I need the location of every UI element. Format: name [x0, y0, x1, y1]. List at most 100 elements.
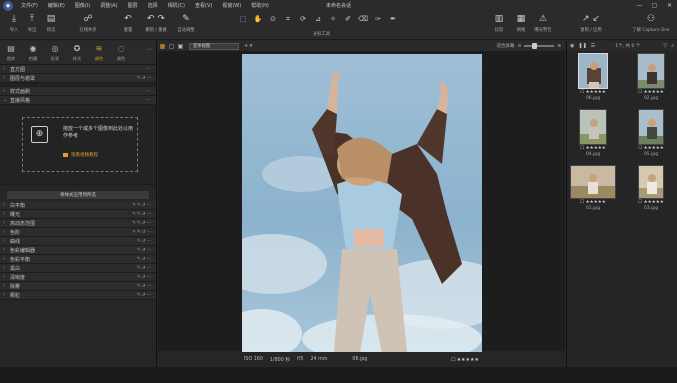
tab-capture[interactable]: ◉ 拍摄 — [22, 41, 44, 64]
zoom-in-icon[interactable]: ⊕ — [557, 44, 561, 49]
tab-color[interactable]: ≋ 调色 — [88, 41, 110, 64]
eye-icon[interactable]: ◉ — [570, 43, 574, 49]
tool-actions-icon[interactable]: ✎↺⋯ — [137, 293, 152, 298]
tool-row-white-balance[interactable]: › 白平衡 ✎✎↺⋯ — [0, 201, 156, 210]
reference-drop-zone[interactable]: ⊕ 拖放一个或多个图像到此处以用作参考 观看视频教程 — [22, 117, 138, 172]
tool-menu-icon[interactable]: ⋯ — [147, 98, 153, 103]
tool-row-clarity[interactable]: › 清晰度 ✎↺⋯ — [0, 273, 156, 282]
grid-button[interactable]: ▦ 网格 — [510, 13, 532, 33]
tool-actions-icon[interactable]: ✎↺⋯ — [137, 76, 152, 81]
menu-image[interactable]: 图像(I) — [70, 2, 95, 9]
picker-tool-icon[interactable]: ✑ — [371, 15, 385, 24]
tool-actions-icon[interactable]: ✎↺⋯ — [137, 257, 152, 262]
tool-actions-icon[interactable]: ✎↺⋯ — [137, 284, 152, 289]
tool-row-color-balance[interactable]: › 色彩平衡 ✎↺⋯ — [0, 255, 156, 264]
tool-row-direct-style[interactable]: ⌄ 直接风格 ⋯ — [0, 96, 156, 105]
filter-icon[interactable]: ▽ — [663, 43, 667, 49]
share-button[interactable]: ☍ 在线共享 — [77, 13, 99, 33]
undo-redo-button[interactable]: ↶ ↷ 撤销 / 重做 — [145, 13, 167, 33]
thumbnail-rating[interactable]: ☐ ★★★★★ — [569, 146, 617, 151]
select-tool-icon[interactable]: ⬚ — [236, 15, 250, 24]
crop-tool-icon[interactable]: ⌗ — [281, 15, 295, 24]
thumbnail-rating[interactable]: ☐ ★★★★★ — [627, 200, 675, 205]
more-tabs-icon[interactable]: ⋯ — [146, 41, 156, 64]
compare-button[interactable]: ▥ 比较 — [488, 13, 510, 33]
tool-actions-icon[interactable]: ✎✎↺⋯ — [132, 212, 152, 217]
menu-file[interactable]: 文件(F) — [16, 2, 43, 9]
tool-row-color-editor[interactable]: › 色彩编辑器 ✎↺⋯ — [0, 246, 156, 255]
thumbnail-03[interactable]: ☐ ★★★★★ 03.jpg — [627, 165, 675, 211]
rating-control[interactable]: ☐ ★★★★★ — [451, 357, 479, 363]
sort-icon[interactable]: ☰ — [591, 43, 595, 49]
tool-actions-icon[interactable]: ✎↺⋯ — [137, 275, 152, 280]
tab-library[interactable]: ▤ 图库 — [0, 41, 22, 64]
pause-icon[interactable]: ❚❚ — [578, 43, 586, 49]
checkbox-icon[interactable]: ☐ — [451, 357, 455, 363]
thumbnail-06[interactable]: ☐ ★★★★★ 06.jpg — [569, 53, 617, 101]
zoom-out-icon[interactable]: ⊖ — [517, 44, 521, 49]
tool-actions-icon[interactable]: ✎✎↺⋯ — [132, 230, 152, 235]
proof-view-icon[interactable]: ▣ — [176, 43, 185, 50]
menu-layers[interactable]: 图层 — [123, 2, 143, 9]
tool-menu-icon[interactable]: ⋯ — [147, 67, 153, 72]
image-viewer[interactable] — [158, 51, 565, 353]
tool-row-curves[interactable]: › 曲线 ✎↺⋯ — [0, 237, 156, 246]
spot-tool-icon[interactable]: ✧ — [326, 15, 340, 24]
menu-view[interactable]: 查看(V) — [190, 2, 217, 9]
tool-row-histogram[interactable]: › 直方图 ⋯ — [0, 65, 156, 74]
thumbnail-rating[interactable]: ☐ ★★★★★ — [627, 90, 675, 95]
thumbnail-05[interactable]: ☐ ★★★★★ 05.jpg — [627, 109, 675, 157]
menu-adjust[interactable]: 调整(A) — [95, 2, 122, 9]
thumbnail-02[interactable]: ☐ ★★★★★ 02.jpg — [627, 53, 675, 101]
tool-menu-icon[interactable]: ⋯ — [147, 89, 153, 94]
zoom-fit-label[interactable]: 适合屏幕 — [496, 43, 514, 49]
menu-select[interactable]: 选择 — [143, 2, 163, 9]
tool-row-layers[interactable]: › 图层与遮罩 ✎↺⋯ — [0, 74, 156, 83]
tool-row-black-white[interactable]: › 黑白 ✎↺⋯ — [0, 264, 156, 273]
tool-row-exposure[interactable]: › 曝光 ✎✎↺⋯ — [0, 210, 156, 219]
eraser-tool-icon[interactable]: ⌫ — [356, 15, 370, 24]
menu-camera[interactable]: 相机(C) — [163, 2, 190, 9]
menu-help[interactable]: 帮助(H) — [246, 2, 274, 9]
wb-tool-icon[interactable]: ✒ — [386, 15, 400, 24]
copy-apply-button[interactable]: ↗ ↙ 复制 / 应用 — [580, 13, 602, 33]
reset-button[interactable]: ↶ 重置 — [117, 13, 139, 33]
process-button[interactable]: ▤ 转迅 — [40, 13, 62, 33]
thumbnail-rating[interactable]: ☐ ★★★★★ — [627, 146, 675, 151]
single-view-icon[interactable]: ▢ — [167, 43, 176, 50]
tool-row-style-brush[interactable]: › 样式画刷 ⋯ — [0, 87, 156, 96]
zoom-slider[interactable] — [524, 43, 555, 49]
exposure-warning-button[interactable]: ⚠ 曝光警告 — [532, 13, 554, 33]
tool-row-levels[interactable]: › 色阶 ✎✎↺⋯ — [0, 228, 156, 237]
tab-details[interactable]: ◌ 调色 — [110, 41, 132, 64]
keystone-tool-icon[interactable]: ⊿ — [311, 15, 325, 24]
tool-actions-icon[interactable]: ✎↺⋯ — [137, 248, 152, 253]
menu-window[interactable]: 视窗(W) — [217, 2, 246, 9]
apply-style-button[interactable]: 将样式应用到所选 — [7, 191, 149, 199]
close-button[interactable]: ✕ — [662, 0, 677, 11]
auto-adjust-button[interactable]: ✎ 自动调整 — [175, 13, 197, 33]
tab-lens[interactable]: ◎ 形状 — [44, 41, 66, 64]
thumbnail-01[interactable]: ☐ ★★★★★ 01.jpg — [569, 165, 617, 211]
tutorial-link[interactable]: 观看视频教程 — [63, 152, 98, 158]
app-logo-icon[interactable]: ◉ — [3, 0, 13, 11]
tool-row-dehaze[interactable]: › 除雾 ✎↺⋯ — [0, 282, 156, 291]
tool-actions-icon[interactable]: ✎↺⋯ — [137, 266, 152, 271]
search-icon[interactable]: ⌕ — [671, 43, 674, 49]
tool-row-grain[interactable]: › 颗粒 ✎↺⋯ — [0, 291, 156, 300]
thumbnail-rating[interactable]: ☐ ★★★★★ — [569, 200, 617, 205]
zoom-tool-icon[interactable]: ⊙ — [266, 15, 280, 24]
tool-actions-icon[interactable]: ✎✎↺⋯ — [132, 203, 152, 208]
minimize-button[interactable]: — — [632, 0, 647, 11]
tool-row-hdr[interactable]: › 高动态范围 ✎✎↺⋯ — [0, 219, 156, 228]
thumbnail-rating[interactable]: ☐ ★★★★★ — [569, 90, 617, 95]
add-view-button[interactable]: + ▾ — [244, 43, 252, 49]
tool-actions-icon[interactable]: ✎✎↺⋯ — [132, 221, 152, 226]
tab-style[interactable]: ✪ 样式 — [66, 41, 88, 64]
rotate-tool-icon[interactable]: ⟳ — [296, 15, 310, 24]
rating-stars[interactable]: ★★★★★ — [457, 357, 479, 363]
tool-actions-icon[interactable]: ✎↺⋯ — [137, 239, 152, 244]
brush-tool-icon[interactable]: ✐ — [341, 15, 355, 24]
zoom-slider-handle[interactable] — [532, 43, 538, 49]
maximize-button[interactable]: ▢ — [647, 0, 662, 11]
